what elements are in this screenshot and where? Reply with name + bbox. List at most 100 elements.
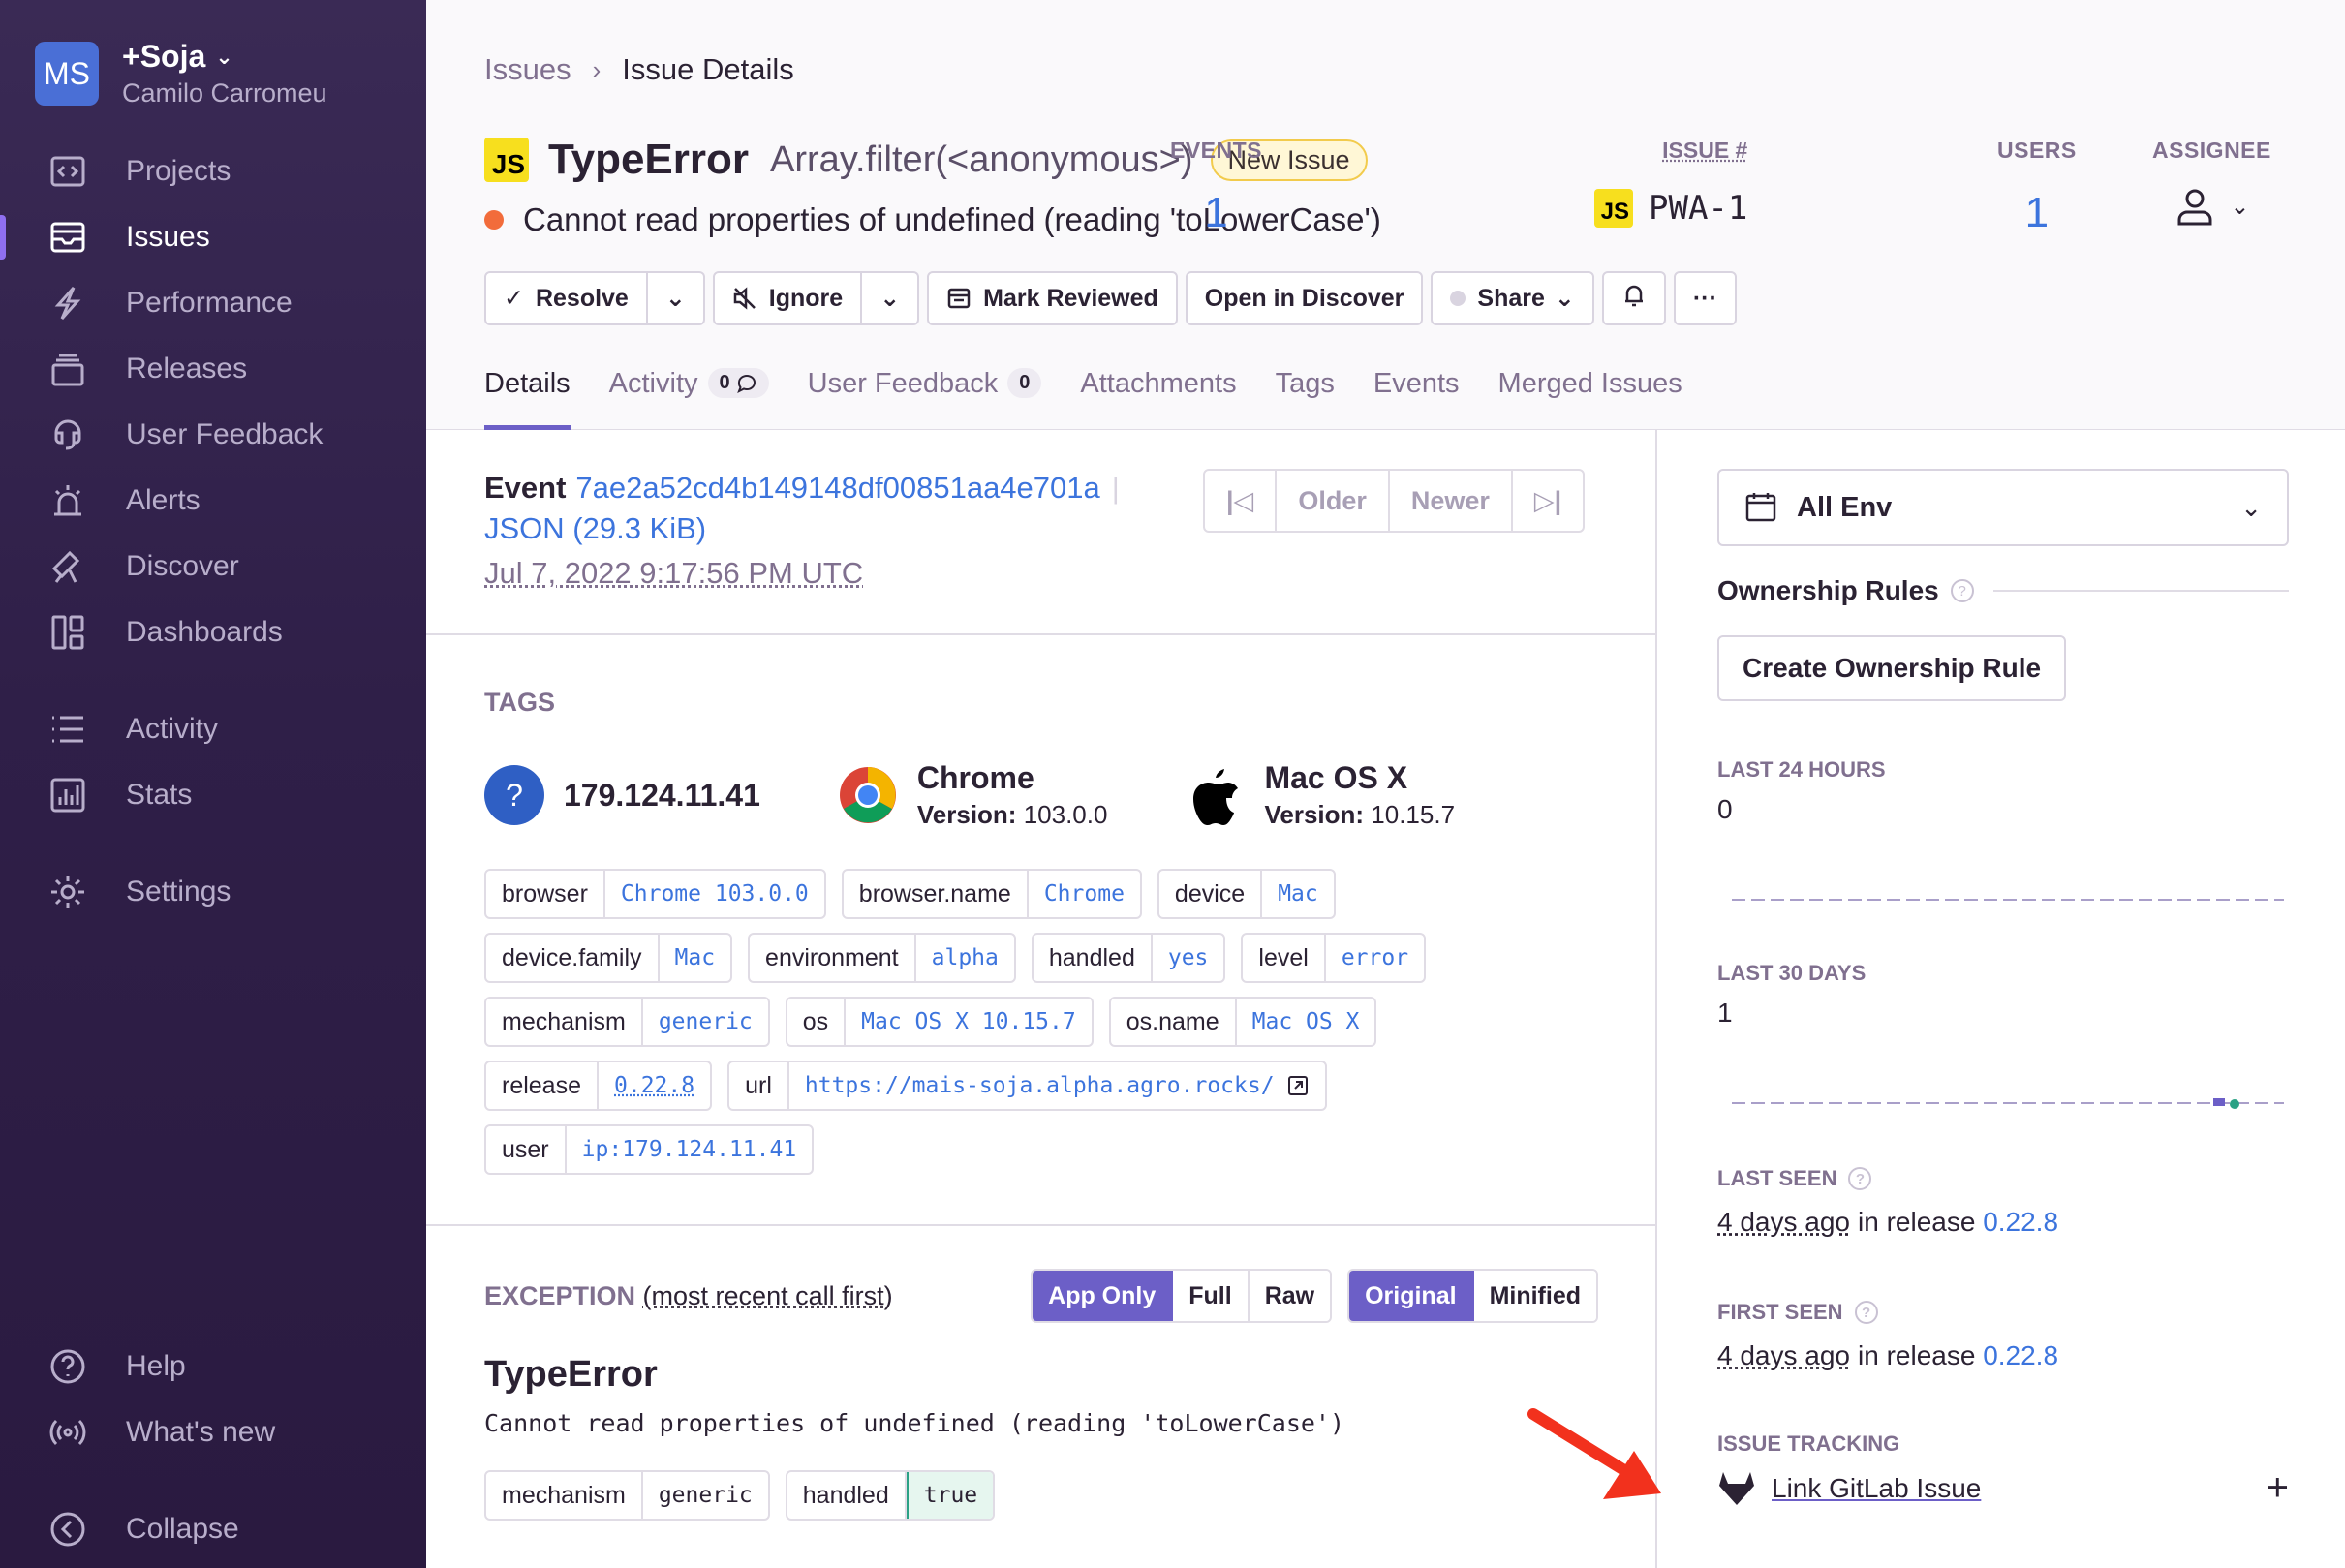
environment-selector[interactable]: All Env ⌄ [1717,469,2289,546]
last-seen-release-link[interactable]: 0.22.8 [1983,1207,2058,1237]
assignee-selector[interactable]: ⌄ [2174,185,2249,228]
event-json-link[interactable]: JSON (29.3 KiB) [484,511,1120,546]
tag-release[interactable]: release 0.22.8 [484,1061,713,1111]
tag-browser-name[interactable]: browser.name Chrome [841,869,1142,919]
sidebar-item-user-feedback[interactable]: User Feedback [0,405,426,465]
sidebar-item-stats[interactable]: Stats [0,765,426,825]
checkmark-icon: ✓ [504,285,524,312]
resolve-button[interactable]: ✓ Resolve [484,271,648,325]
app-only-button[interactable]: App Only [1033,1271,1174,1321]
last-24-hours-value: 0 [1717,794,1733,824]
ignore-dropdown-button[interactable]: ⌄ [862,271,920,325]
subscribe-button[interactable] [1601,271,1666,325]
tab-activity[interactable]: Activity 0 [609,362,769,430]
sidebar-item-help[interactable]: Help [0,1337,426,1397]
gitlab-icon [1719,1471,1754,1505]
org-switcher[interactable]: MS +Soja ⌄ Camilo Carromeu [35,39,327,108]
sidebar-item-settings[interactable]: Settings [0,862,426,922]
oldest-event-button[interactable]: |◁ [1205,471,1278,531]
share-status-icon [1450,291,1466,306]
share-button[interactable]: Share ⌄ [1431,271,1594,325]
exception-type: TypeError [484,1354,658,1395]
exception-order-toggle[interactable]: (most recent call first) [643,1281,893,1310]
tag-os[interactable]: os Mac OS X 10.15.7 [785,997,1094,1047]
event-id-link[interactable]: 7ae2a52cd4b149148df00851aa4e701a [575,471,1099,506]
divider [426,633,1657,635]
settings-icon [46,871,89,913]
last-seen-value: 4 days ago in release 0.22.8 [1717,1207,2059,1237]
issue-number-label: ISSUE # [1662,138,1748,163]
tags-title: TAGS [484,688,555,717]
tab-user-feedback[interactable]: User Feedback 0 [808,362,1042,430]
sidebar-item-whats-new[interactable]: What's new [0,1402,426,1462]
raw-button[interactable]: Raw [1249,1271,1331,1321]
tag-device[interactable]: device Mac [1157,869,1336,919]
skip-forward-icon: ▷| [1533,485,1562,515]
issue-sidebar: All Env ⌄ Ownership Rules ? Create Owner… [1659,430,2345,1568]
users-value[interactable]: 1 [2025,189,2049,237]
newest-event-button[interactable]: ▷| [1513,471,1583,531]
create-ownership-rule-button[interactable]: Create Ownership Rule [1717,635,2067,701]
browser-version: 103.0.0 [1023,800,1108,829]
chevron-down-icon: ⌄ [2230,193,2250,220]
sidebar-item-label: Stats [126,779,193,811]
tag-list: browser Chrome 103.0.0 browser.name Chrome… [484,869,1627,1175]
breadcrumb-current: Issue Details [622,52,794,86]
mark-reviewed-button[interactable]: Mark Reviewed [927,271,1178,325]
tag-level[interactable]: level error [1241,933,1427,983]
sidebar-item-issues[interactable]: Issues [0,207,426,267]
resolve-dropdown-button[interactable]: ⌄ [647,271,705,325]
mechanism-tag: mechanism generic [484,1470,770,1521]
event-pager: |◁ Older Newer ▷| [1203,469,1586,533]
question-icon[interactable]: ? [1950,579,1974,602]
first-seen-release-link[interactable]: 0.22.8 [1983,1340,2058,1370]
more-actions-button[interactable]: ··· [1673,271,1737,325]
tag-browser[interactable]: browser Chrome 103.0.0 [484,869,826,919]
users-count: USERS 1 [1997,138,2077,237]
environment-value: All Env [1797,491,1893,523]
issue-short-id[interactable]: PWA-1 [1649,189,1747,228]
minified-button[interactable]: Minified [1473,1271,1596,1321]
sidebar-item-activity[interactable]: Activity [0,699,426,759]
tag-url[interactable]: url https://mais-soja.alpha.agro.rocks/ [727,1061,1327,1111]
skip-back-icon: |◁ [1226,485,1254,515]
question-icon[interactable]: ? [1854,1301,1878,1324]
tab-attachments[interactable]: Attachments [1080,362,1236,430]
discover-icon [46,545,89,588]
events-value[interactable]: 1 [1204,189,1227,237]
tab-events[interactable]: Events [1373,362,1460,430]
newer-event-button[interactable]: Newer [1390,471,1513,531]
tag-device-family[interactable]: device.family Mac [484,933,733,983]
older-event-button[interactable]: Older [1277,471,1390,531]
tag-environment[interactable]: environment alpha [748,933,1016,983]
sidebar-item-dashboards[interactable]: Dashboards [0,602,426,662]
plus-icon[interactable]: + [2267,1466,2289,1510]
breadcrumb-issues[interactable]: Issues [484,52,571,87]
chevron-down-icon: ⌄ [215,44,233,69]
events-count: EVENTS 1 [1170,138,1262,237]
sidebar-item-alerts[interactable]: Alerts [0,471,426,531]
issue-tabs: Details Activity 0 User Feedback 0 Attac… [484,362,1721,430]
sidebar-item-performance[interactable]: Performance [0,273,426,333]
sidebar-item-discover[interactable]: Discover [0,537,426,597]
tag-os-name[interactable]: os.name Mac OS X [1108,997,1377,1047]
sidebar-item-releases[interactable]: Releases [0,339,426,399]
tab-tags[interactable]: Tags [1276,362,1335,430]
question-icon[interactable]: ? [1848,1167,1872,1190]
dashboards-icon [46,611,89,654]
original-button[interactable]: Original [1349,1271,1474,1321]
full-button[interactable]: Full [1173,1271,1250,1321]
sidebar-item-label: Settings [126,876,231,907]
tag-user[interactable]: user ip:179.124.11.41 [484,1124,815,1175]
tag-handled[interactable]: handled yes [1031,933,1226,983]
sidebar-item-projects[interactable]: Projects [0,141,426,201]
stack-format-toggle: Original Minified [1347,1269,1598,1323]
tag-mechanism[interactable]: mechanism generic [484,997,770,1047]
ignore-button[interactable]: Ignore [712,271,863,325]
link-gitlab-issue[interactable]: Link GitLab Issue [1772,1473,2267,1504]
sidebar-collapse[interactable]: Collapse [0,1499,426,1559]
tab-merged-issues[interactable]: Merged Issues [1498,362,1682,430]
open-in-discover-button[interactable]: Open in Discover [1185,271,1424,325]
tab-details[interactable]: Details [484,362,571,430]
unknown-user-icon: ? [484,765,544,825]
